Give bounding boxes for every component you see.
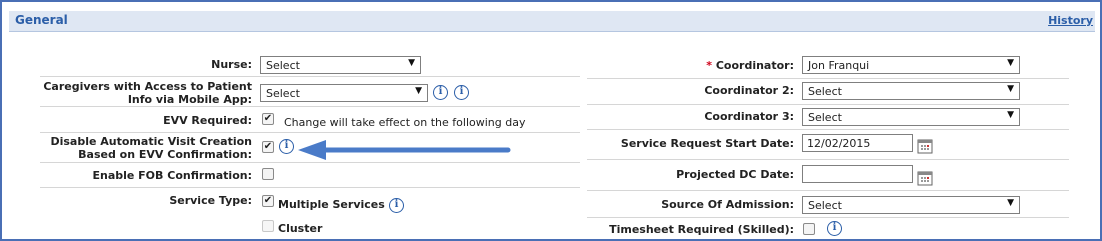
coordinator2-select-value: Select [808, 85, 842, 98]
multiple-services-label: Multiple Services [278, 198, 385, 211]
section-title: General [15, 13, 68, 27]
coordinator-select-value: Jon Franqui [808, 59, 870, 72]
admission-label: Source Of Admission: [661, 198, 794, 211]
caregivers-label-line1: Caregivers with Access to Patient [43, 80, 252, 93]
start-date-input[interactable]: 12/02/2015 [802, 134, 913, 152]
chevron-down-icon: ▼ [1007, 84, 1014, 94]
start-date-label: Service Request Start Date: [620, 137, 794, 150]
row-divider [587, 190, 1069, 191]
calendar-icon[interactable] [917, 138, 933, 154]
row-divider [587, 78, 1069, 79]
chevron-down-icon: ▼ [408, 58, 415, 68]
row-divider [587, 104, 1069, 105]
evv-required-note: Change will take effect on the following… [284, 116, 526, 129]
nurse-select[interactable]: Select ▼ [260, 56, 421, 74]
coordinator-select[interactable]: Jon Franqui ▼ [802, 56, 1020, 74]
service-type-label: Service Type: [169, 194, 252, 207]
caregivers-select[interactable]: Select ▼ [260, 84, 428, 102]
enable-fob-label: Enable FOB Confirmation: [92, 169, 252, 182]
row-divider [587, 129, 1069, 130]
enable-fob-checkbox[interactable] [262, 168, 274, 180]
info-icon[interactable]: i [279, 139, 294, 154]
caregivers-label-line2: Info via Mobile App: [127, 93, 252, 106]
evv-required-checkbox[interactable]: ✔ [262, 113, 274, 125]
chevron-down-icon: ▼ [415, 86, 422, 96]
coordinator2-label: Coordinator 2: [704, 84, 794, 97]
coordinator3-label: Coordinator 3: [704, 110, 794, 123]
cluster-label: Cluster [278, 222, 323, 235]
admission-select[interactable]: Select ▼ [802, 196, 1020, 214]
timesheet-checkbox[interactable] [803, 223, 815, 235]
history-link[interactable]: History [1048, 14, 1093, 27]
row-divider [40, 106, 580, 107]
general-panel: General History Nurse: Select ▼ Caregive… [0, 0, 1102, 241]
cluster-checkbox[interactable] [262, 220, 274, 232]
row-divider [40, 187, 580, 188]
info-icon[interactable]: i [389, 198, 404, 213]
info-icon[interactable]: i [827, 221, 842, 236]
multiple-services-checkbox[interactable]: ✔ [262, 195, 274, 207]
chevron-down-icon: ▼ [1007, 198, 1014, 208]
caregivers-select-value: Select [266, 87, 300, 100]
nurse-select-value: Select [266, 59, 300, 72]
disable-auto-visit-label-line2: Based on EVV Confirmation: [78, 148, 252, 161]
nurse-label: Nurse: [211, 58, 252, 71]
coordinator2-select[interactable]: Select ▼ [802, 82, 1020, 100]
timesheet-label: Timesheet Required (Skilled): [609, 223, 794, 236]
info-icon[interactable]: i [454, 85, 469, 100]
row-divider [40, 76, 580, 77]
coordinator3-select[interactable]: Select ▼ [802, 108, 1020, 126]
coordinator3-select-value: Select [808, 111, 842, 124]
disable-auto-visit-checkbox[interactable]: ✔ [262, 141, 274, 153]
disable-auto-visit-label: Disable Automatic Visit Creation Based o… [40, 135, 252, 161]
admission-select-value: Select [808, 199, 842, 212]
row-divider [587, 217, 1069, 218]
coordinator-label: * Coordinator: [592, 59, 794, 72]
section-header: General History [9, 11, 1095, 32]
coordinator-label-text: Coordinator: [715, 59, 794, 72]
info-icon[interactable]: i [433, 85, 448, 100]
required-mark: * [706, 59, 712, 72]
row-divider [40, 132, 580, 133]
dc-date-input[interactable] [802, 165, 913, 183]
dc-date-label: Projected DC Date: [676, 168, 794, 181]
arrow-pointer-icon [298, 140, 511, 160]
chevron-down-icon: ▼ [1007, 58, 1014, 68]
row-divider [587, 159, 1069, 160]
caregivers-label: Caregivers with Access to Patient Info v… [40, 80, 252, 106]
row-divider [40, 162, 580, 163]
chevron-down-icon: ▼ [1007, 110, 1014, 120]
disable-auto-visit-label-line1: Disable Automatic Visit Creation [50, 135, 252, 148]
calendar-icon[interactable] [917, 170, 933, 186]
evv-required-label: EVV Required: [163, 114, 252, 127]
